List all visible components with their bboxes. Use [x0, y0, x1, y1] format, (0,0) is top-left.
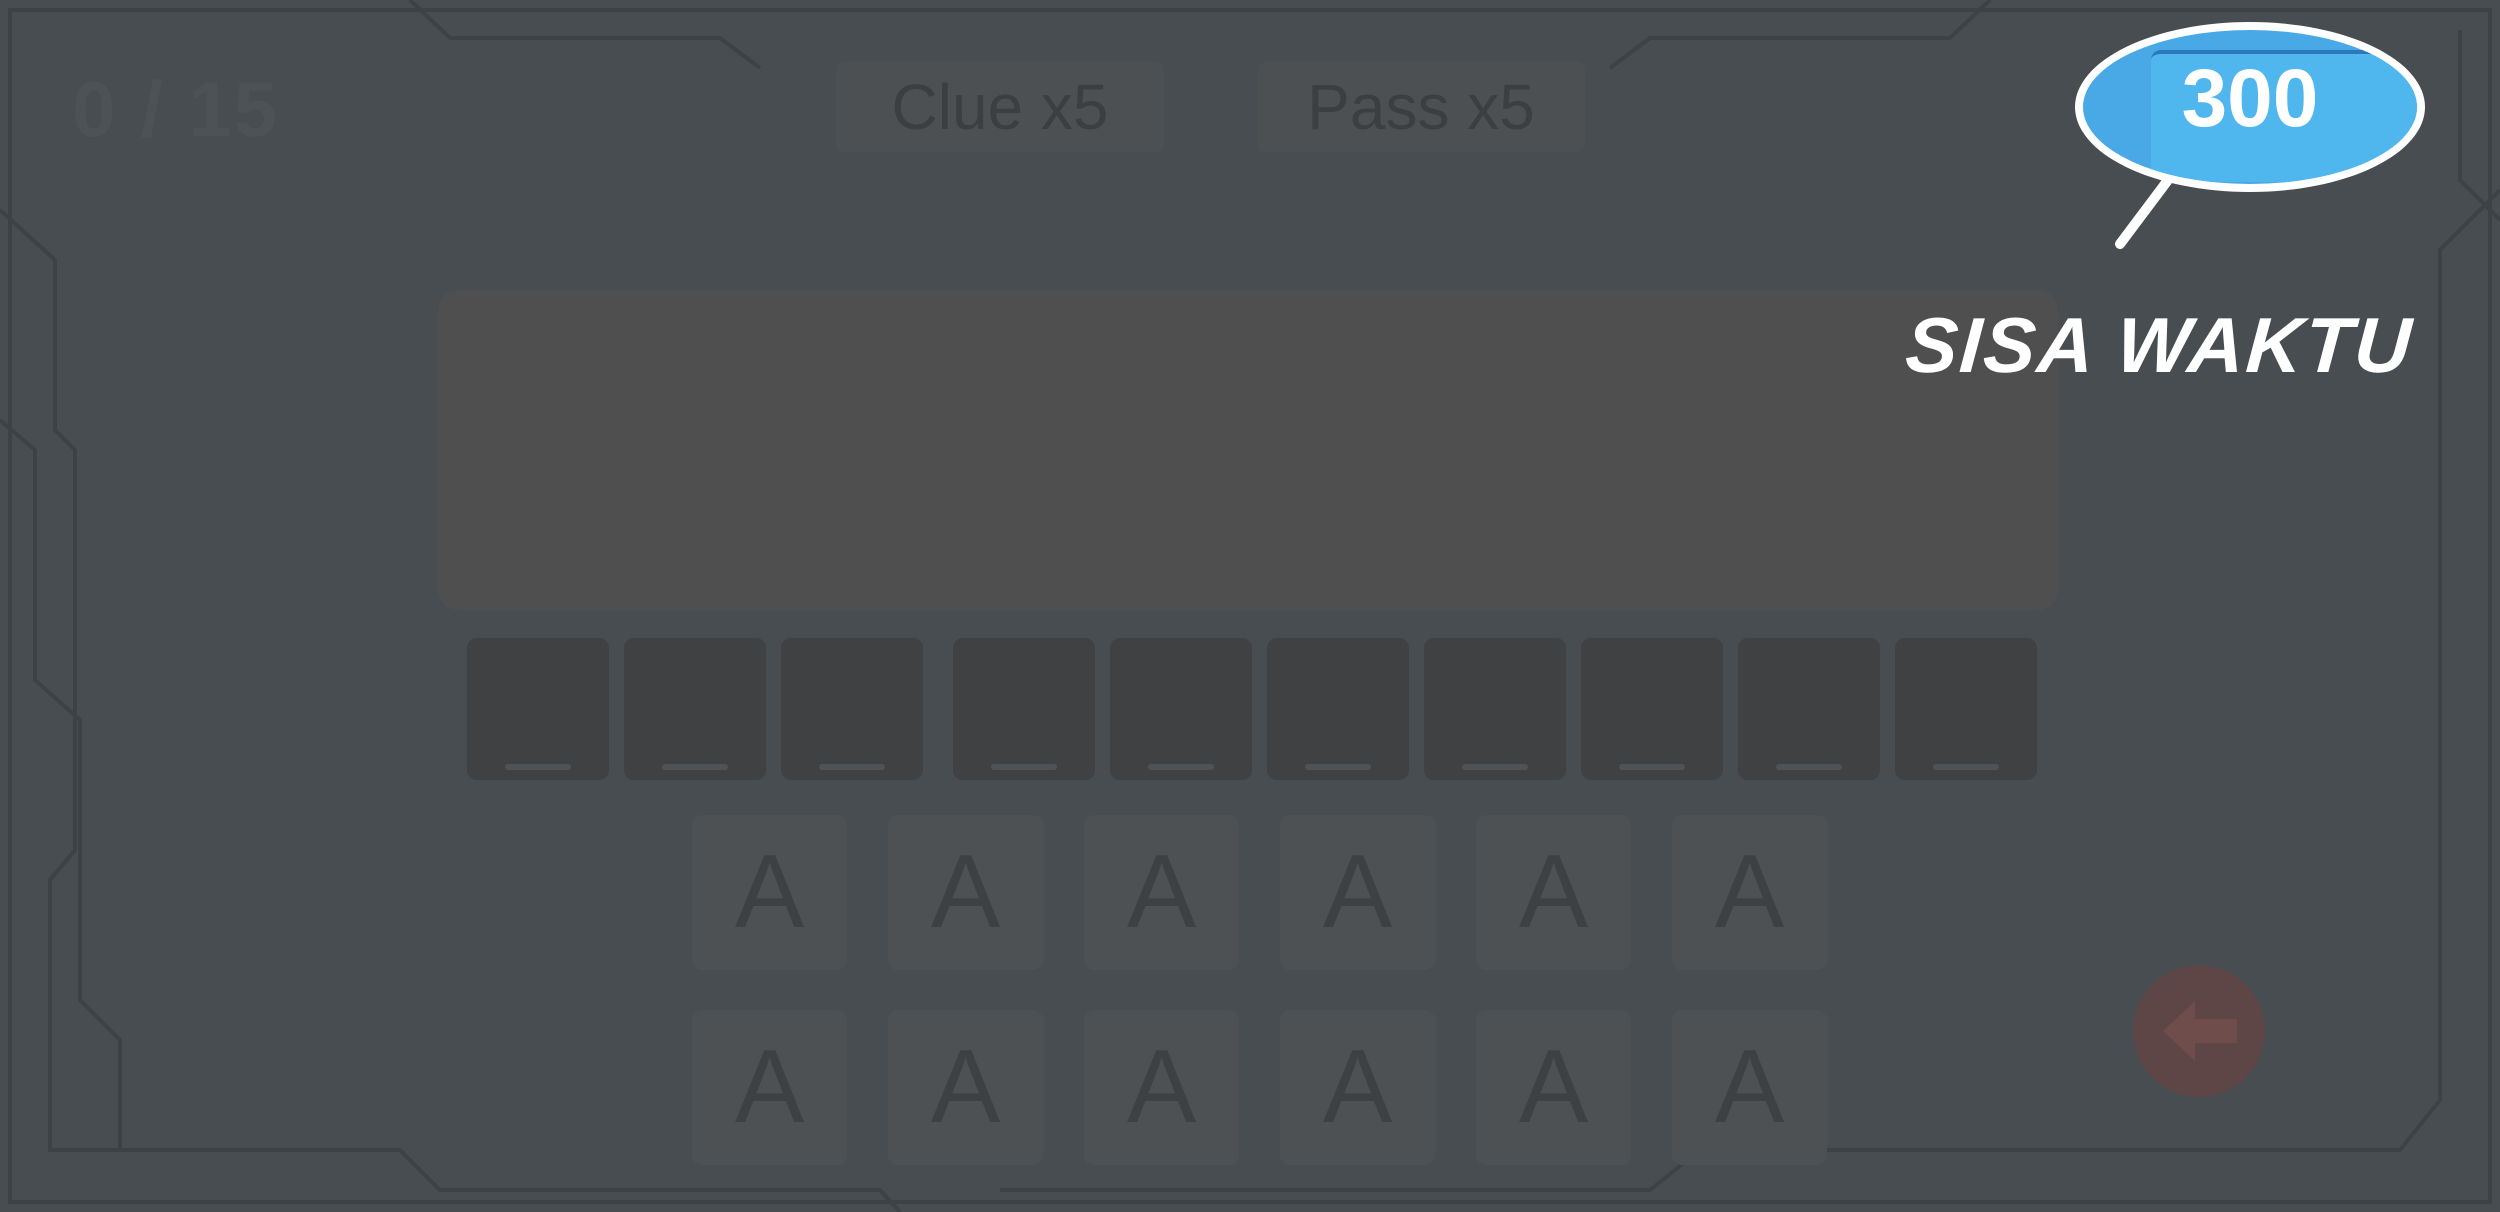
slot-placeholder	[1148, 764, 1214, 770]
answer-slot	[1110, 638, 1252, 780]
slot-placeholder	[1776, 764, 1842, 770]
timer-value: 300	[2181, 53, 2319, 144]
timer-label: SISA WAKTU	[1902, 301, 2416, 389]
slot-placeholder	[1933, 764, 1999, 770]
slot-placeholder	[505, 764, 571, 770]
letter-key[interactable]: A	[1280, 1010, 1435, 1165]
answer-slot	[1267, 638, 1409, 780]
question-panel	[438, 290, 2058, 610]
slot-placeholder	[991, 764, 1057, 770]
answer-slot	[953, 638, 1095, 780]
clue-button[interactable]: Clue x5	[836, 62, 1164, 152]
letter-key[interactable]: A	[1672, 815, 1827, 970]
answer-slot	[1581, 638, 1723, 780]
letter-key[interactable]: A	[1084, 815, 1239, 970]
answer-slot	[1738, 638, 1880, 780]
letter-key[interactable]: A	[692, 815, 847, 970]
letter-key[interactable]: A	[1672, 1010, 1827, 1165]
answer-slot	[1424, 638, 1566, 780]
letter-key[interactable]: A	[1280, 815, 1435, 970]
letter-key[interactable]: A	[1084, 1010, 1239, 1165]
answer-slot	[781, 638, 923, 780]
letter-key[interactable]: A	[692, 1010, 847, 1165]
slot-placeholder	[1305, 764, 1371, 770]
answer-slot	[467, 638, 609, 780]
back-button[interactable]	[2133, 965, 2265, 1097]
letter-key[interactable]: A	[888, 815, 1043, 970]
slot-placeholder	[1462, 764, 1528, 770]
answer-slot	[624, 638, 766, 780]
letter-key[interactable]: A	[1476, 815, 1631, 970]
score-counter: 0 / 15	[72, 65, 280, 153]
slot-placeholder	[1619, 764, 1685, 770]
arrow-left-icon	[2163, 1001, 2237, 1061]
slot-placeholder	[819, 764, 885, 770]
letter-key[interactable]: A	[1476, 1010, 1631, 1165]
pass-button[interactable]: Pass x5	[1257, 62, 1585, 152]
answer-slot	[1895, 638, 2037, 780]
letter-key[interactable]: A	[888, 1010, 1043, 1165]
slot-placeholder	[662, 764, 728, 770]
